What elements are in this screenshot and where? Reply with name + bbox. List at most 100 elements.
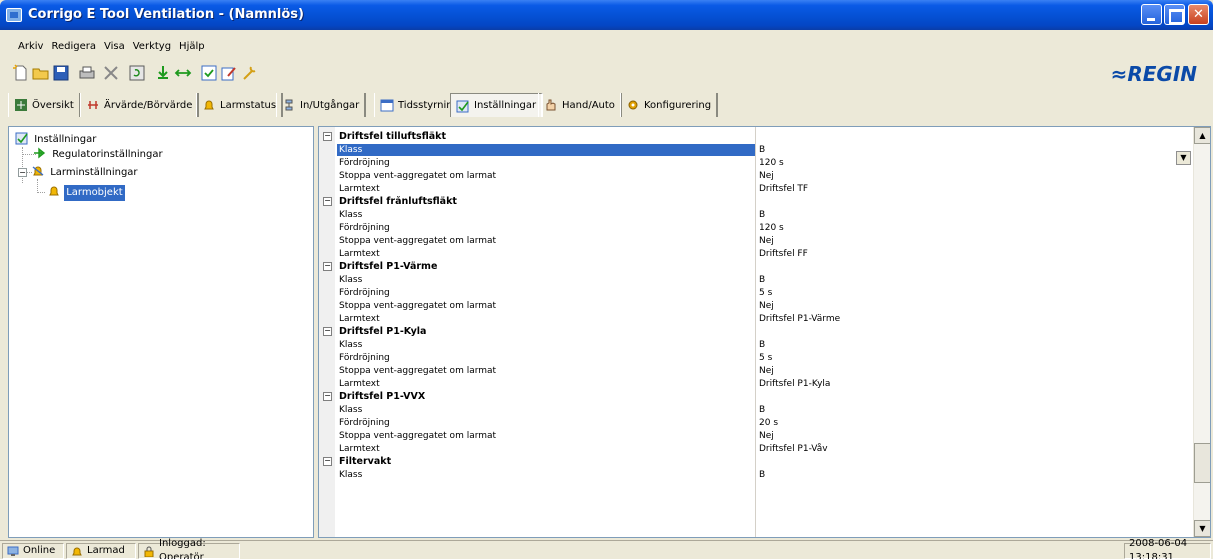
collapse-category-toggle[interactable]: − bbox=[323, 457, 332, 466]
tools-icon[interactable] bbox=[240, 64, 258, 82]
collapse-category-toggle[interactable]: − bbox=[323, 197, 332, 206]
grid-row[interactable]: Larmtext Driftsfel P1-Värme bbox=[319, 313, 1191, 325]
grid-property-value[interactable]: 5 s bbox=[757, 287, 1191, 299]
transfer-icon[interactable] bbox=[174, 64, 192, 82]
save-icon[interactable] bbox=[52, 64, 70, 82]
menu-visa[interactable]: Visa bbox=[100, 38, 129, 56]
refresh-icon[interactable] bbox=[128, 64, 146, 82]
collapse-category-toggle[interactable]: − bbox=[323, 327, 332, 336]
tree-node-larmobjekt[interactable]: Larmobjekt bbox=[47, 184, 125, 201]
grid-property-value[interactable]: 20 s bbox=[757, 417, 1191, 429]
edit-icon[interactable] bbox=[220, 64, 238, 82]
print-icon[interactable] bbox=[78, 64, 96, 82]
grid-row[interactable]: Fördröjning 120 s bbox=[319, 157, 1191, 169]
grid-property-value[interactable]: 120 s bbox=[757, 157, 1191, 169]
grid-property-value[interactable]: Nej bbox=[757, 235, 1191, 247]
title-bar[interactable]: Corrigo E Tool Ventilation - (Namnlös) ✕ bbox=[0, 0, 1213, 30]
tree-node-larminstallningar[interactable]: Larminställningar bbox=[31, 164, 140, 180]
delete-icon[interactable] bbox=[102, 64, 120, 82]
grid-property-value[interactable]: Nej bbox=[757, 365, 1191, 377]
grid-category[interactable]: − Driftsfel P1-Värme bbox=[319, 261, 1191, 273]
grid-property-value[interactable]: B bbox=[757, 339, 1191, 351]
grid-property-value[interactable]: 120 s bbox=[757, 222, 1191, 234]
grid-row[interactable]: Fördröjning 120 s bbox=[319, 222, 1191, 234]
grid-row[interactable]: Fördröjning 5 s bbox=[319, 287, 1191, 299]
grid-property-value[interactable]: Driftsfel TF bbox=[757, 183, 1191, 195]
grid-row[interactable]: Klass B bbox=[319, 209, 1191, 221]
menu-redigera[interactable]: Redigera bbox=[47, 38, 100, 56]
grid-row[interactable]: Klass B bbox=[319, 469, 1191, 481]
tab-hand-auto[interactable]: Hand/Auto bbox=[538, 93, 622, 117]
minimize-button[interactable] bbox=[1141, 4, 1162, 25]
grid-property-value[interactable]: 5 s bbox=[757, 352, 1191, 364]
grid-property-name: Larmtext bbox=[339, 314, 380, 324]
tab-in-utgangar[interactable]: In/Utgångar bbox=[276, 93, 367, 117]
grid-property-value[interactable]: B bbox=[757, 209, 1191, 221]
tab-installningar[interactable]: Inställningar bbox=[450, 93, 544, 117]
grid-row[interactable]: Klass B bbox=[319, 404, 1191, 416]
navigation-tree-panel: Inställningar Regulatorinställningar − L… bbox=[8, 126, 314, 538]
grid-property-value[interactable]: Nej bbox=[757, 170, 1191, 182]
status-alarm-text: Larmad bbox=[87, 545, 125, 556]
tree-node-label: Larmobjekt bbox=[64, 185, 125, 201]
maximize-button[interactable] bbox=[1164, 4, 1185, 25]
grid-category[interactable]: − Driftsfel tilluftsfläkt bbox=[319, 131, 1191, 143]
menu-verktyg[interactable]: Verktyg bbox=[129, 38, 175, 56]
tab-larmstatus[interactable]: Larmstatus bbox=[196, 93, 284, 117]
grid-property-name: Larmtext bbox=[339, 444, 380, 454]
scroll-down-button[interactable]: ▼ bbox=[1194, 520, 1210, 537]
monitor-icon bbox=[7, 546, 19, 556]
grid-property-value[interactable]: Driftsfel P1-Våv bbox=[757, 443, 1191, 455]
tree-node-installningar[interactable]: Inställningar bbox=[15, 131, 98, 147]
grid-row[interactable]: Fördröjning 20 s bbox=[319, 417, 1191, 429]
grid-row[interactable]: Stoppa vent-aggregatet om larmat Nej bbox=[319, 365, 1191, 377]
scroll-up-button[interactable]: ▲ bbox=[1194, 127, 1210, 144]
tree-node-regulatorinstallningar[interactable]: Regulatorinställningar bbox=[33, 147, 165, 163]
window-title: Corrigo E Tool Ventilation - (Namnlös) bbox=[28, 7, 304, 22]
grid-property-value[interactable]: B bbox=[757, 274, 1191, 286]
grid-category[interactable]: − Driftsfel P1-Kyla bbox=[319, 326, 1191, 338]
grid-row[interactable]: Stoppa vent-aggregatet om larmat Nej bbox=[319, 170, 1191, 182]
grid-row[interactable]: Klass B bbox=[319, 144, 1191, 156]
new-file-icon[interactable] bbox=[12, 64, 30, 82]
checklist-icon[interactable] bbox=[200, 64, 218, 82]
collapse-category-toggle[interactable]: − bbox=[323, 262, 332, 271]
collapse-category-toggle[interactable]: − bbox=[323, 392, 332, 401]
close-button[interactable]: ✕ bbox=[1188, 4, 1209, 25]
collapse-category-toggle[interactable]: − bbox=[323, 132, 332, 141]
tab-oversikt[interactable]: Översikt bbox=[8, 93, 81, 117]
grid-row[interactable]: Stoppa vent-aggregatet om larmat Nej bbox=[319, 300, 1191, 312]
open-folder-icon[interactable] bbox=[32, 64, 50, 82]
grid-category[interactable]: − Driftsfel frånluftsfläkt bbox=[319, 196, 1191, 208]
dropdown-arrow-button[interactable]: ▼ bbox=[1176, 151, 1191, 165]
grid-category[interactable]: − Driftsfel P1-VVX bbox=[319, 391, 1191, 403]
scroll-thumb[interactable] bbox=[1194, 443, 1210, 483]
grid-row[interactable]: Stoppa vent-aggregatet om larmat Nej bbox=[319, 235, 1191, 247]
tab-arvarde-borvarde[interactable]: Ärvärde/Börvärde bbox=[80, 93, 200, 117]
app-icon[interactable] bbox=[6, 8, 22, 22]
grid-row[interactable]: Klass B bbox=[319, 274, 1191, 286]
tab-konfigurering[interactable]: Konfigurering bbox=[620, 93, 719, 117]
grid-row[interactable]: Stoppa vent-aggregatet om larmat Nej bbox=[319, 430, 1191, 442]
grid-category[interactable]: − Filtervakt bbox=[319, 456, 1191, 468]
grid-property-value[interactable]: Driftsfel FF bbox=[757, 248, 1191, 260]
grid-property-value[interactable]: B bbox=[757, 404, 1191, 416]
grid-row[interactable]: Larmtext Driftsfel FF bbox=[319, 248, 1191, 260]
grid-property-value[interactable]: B bbox=[757, 469, 1191, 481]
grid-property-value[interactable]: B bbox=[757, 144, 1191, 156]
grid-row[interactable]: Larmtext Driftsfel P1-Våv bbox=[319, 443, 1191, 455]
grid-property-value[interactable]: Driftsfel P1-Värme bbox=[757, 313, 1191, 325]
menu-hjalp[interactable]: Hjälp bbox=[175, 38, 209, 56]
menu-arkiv[interactable]: Arkiv bbox=[14, 38, 47, 56]
grid-property-value[interactable]: Nej bbox=[757, 300, 1191, 312]
grid-property-value[interactable]: Driftsfel P1-Kyla bbox=[757, 378, 1191, 390]
download-icon[interactable] bbox=[154, 64, 172, 82]
grid-property-name: Larmtext bbox=[339, 249, 380, 259]
grid-row[interactable]: Klass B bbox=[319, 339, 1191, 351]
collapse-toggle[interactable]: − bbox=[18, 168, 27, 177]
grid-row[interactable]: Larmtext Driftsfel P1-Kyla bbox=[319, 378, 1191, 390]
grid-property-value[interactable]: Nej bbox=[757, 430, 1191, 442]
grid-row[interactable]: Fördröjning 5 s bbox=[319, 352, 1191, 364]
grid-row[interactable]: Larmtext Driftsfel TF bbox=[319, 183, 1191, 195]
vertical-scrollbar[interactable]: ▲ ▼ bbox=[1193, 127, 1210, 537]
